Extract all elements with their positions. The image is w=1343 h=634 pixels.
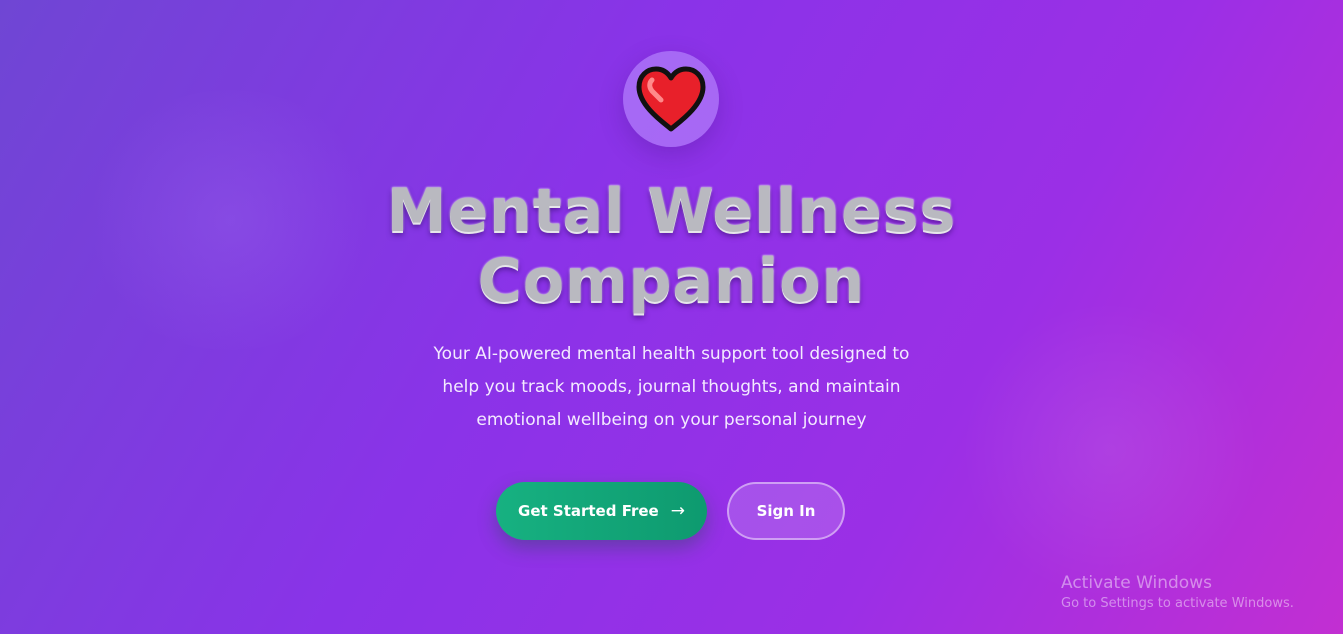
logo-badge	[623, 51, 719, 147]
watermark-title: Activate Windows	[1061, 573, 1212, 593]
description-line-2: help you track moods, journal thoughts, …	[442, 377, 901, 397]
hero-description: Your AI-powered mental health support to…	[400, 338, 943, 437]
arrow-right-icon: →	[670, 501, 685, 521]
title-line-1: Mental Wellness	[386, 176, 957, 246]
sign-in-label: Sign In	[756, 502, 816, 520]
sign-in-button[interactable]: Sign In	[727, 482, 845, 540]
activate-windows-watermark: Activate Windows Go to Settings to activ…	[1061, 572, 1294, 614]
get-started-label: Get Started Free	[518, 502, 659, 520]
page-title: Mental Wellness Companion	[300, 176, 1043, 316]
description-line-1: Your AI-powered mental health support to…	[433, 344, 910, 364]
watermark-subtitle: Go to Settings to activate Windows.	[1061, 596, 1294, 611]
hero-section: Mental Wellness Companion Your AI-powere…	[0, 0, 1343, 634]
title-line-2: Companion	[477, 246, 866, 316]
get-started-button[interactable]: Get Started Free →	[496, 482, 707, 540]
heart-icon	[636, 66, 706, 132]
description-line-3: emotional wellbeing on your personal jou…	[476, 410, 867, 430]
